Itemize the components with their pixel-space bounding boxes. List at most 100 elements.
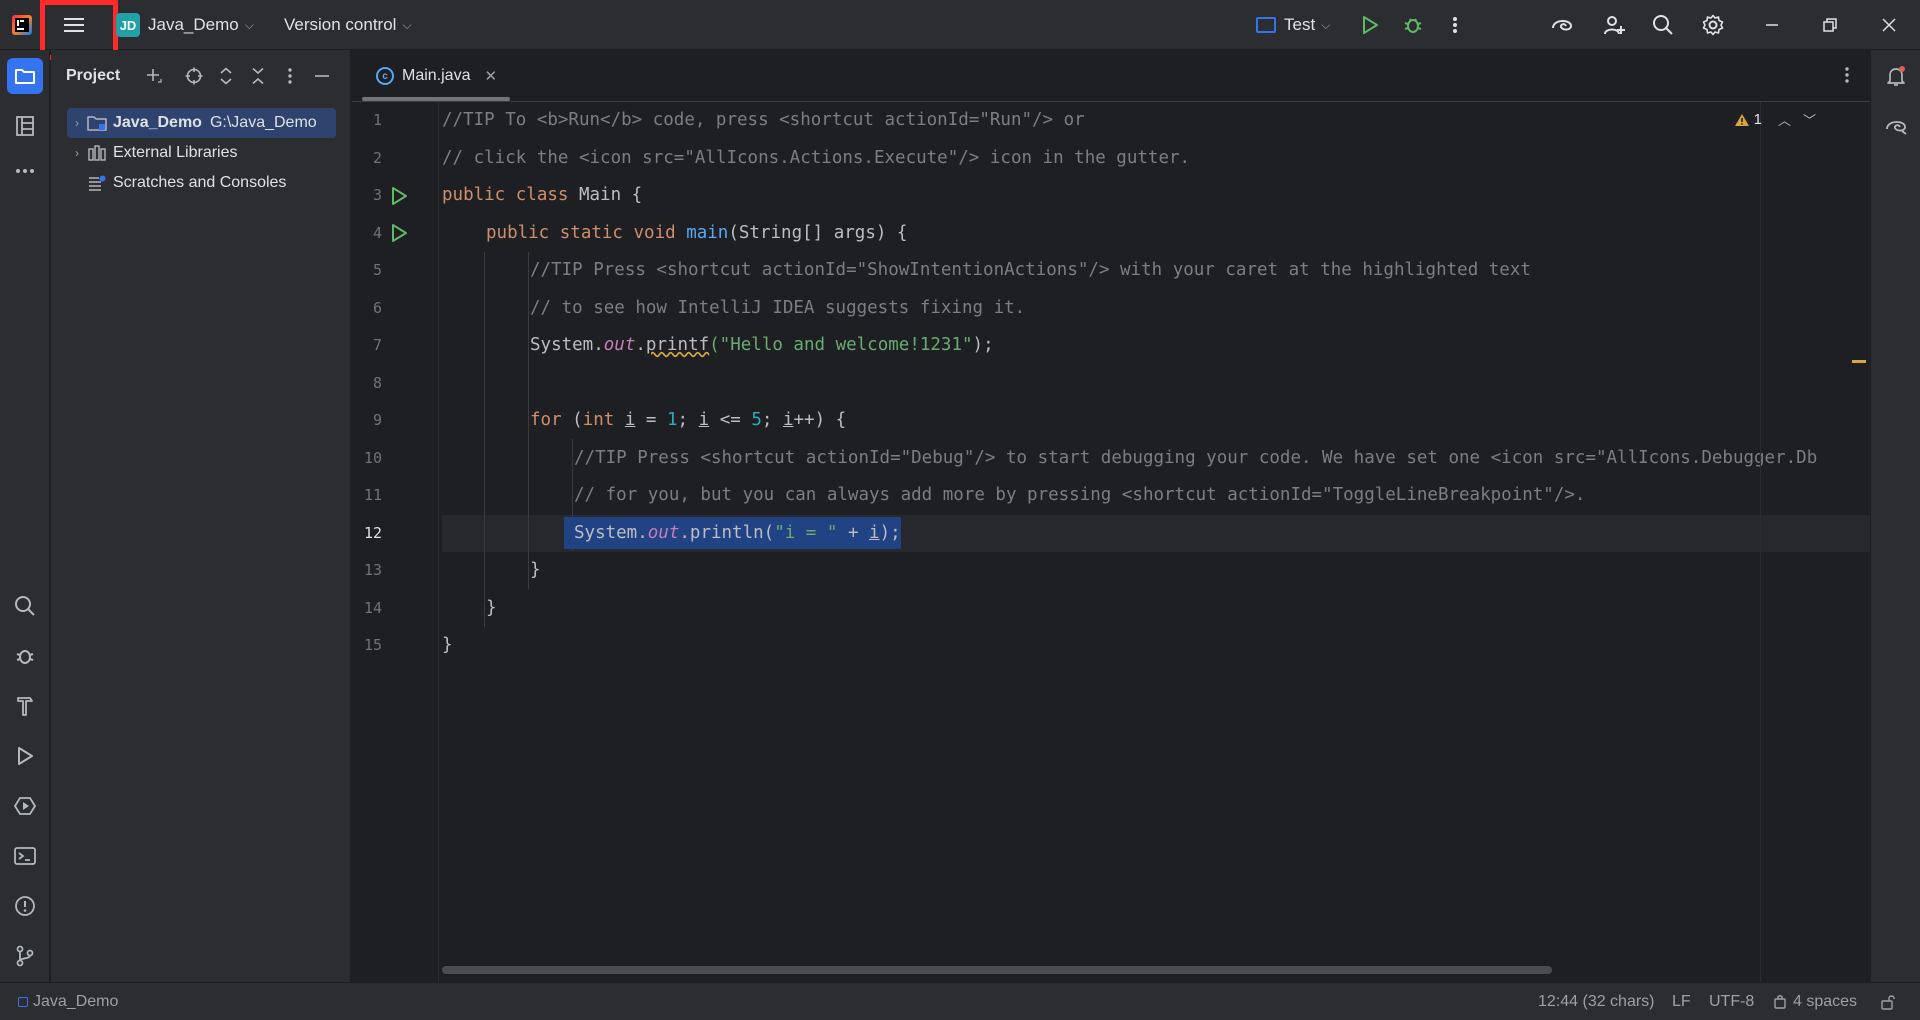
code-line-10: //TIP Press <shortcut actionId="Debug"/>… <box>574 447 1818 468</box>
more-tools-icon[interactable] <box>7 153 43 189</box>
chevron-right-icon[interactable]: › <box>67 146 87 160</box>
notifications-bell-icon[interactable] <box>1878 58 1914 94</box>
build-hammer-icon[interactable] <box>7 688 43 724</box>
chevron-down-icon: ⌵ <box>244 17 254 32</box>
right-tool-strip <box>1870 50 1920 982</box>
project-panel-header: Project <box>51 50 350 102</box>
terminal-icon[interactable] <box>7 838 43 874</box>
prev-highlight-chevron-up-icon[interactable]: ︿ <box>1778 110 1791 129</box>
run-gutter-icon[interactable] <box>390 186 410 206</box>
project-name: Java_Demo <box>148 15 239 34</box>
ai-chat-icon[interactable] <box>1878 108 1914 144</box>
module-square-icon <box>18 997 28 1007</box>
run-tool-icon[interactable] <box>7 738 43 774</box>
code-line-5: //TIP Press <shortcut actionId="ShowInte… <box>530 260 1531 280</box>
hide-panel-minus-icon[interactable] <box>309 63 335 89</box>
intellij-logo-icon <box>4 7 40 43</box>
project-tool-folder-icon[interactable] <box>7 58 43 94</box>
add-user-icon[interactable] <box>1596 7 1632 43</box>
status-bar: Java_Demo 12:44 (32 chars) LF UTF-8 4 sp… <box>0 982 1920 1020</box>
options-kebab-icon[interactable] <box>277 63 303 89</box>
debug-tool-icon[interactable] <box>7 638 43 674</box>
settings-gear-icon[interactable] <box>1695 7 1731 43</box>
horizontal-scrollbar[interactable] <box>442 966 1552 974</box>
line-number: 15 <box>363 636 382 654</box>
chevron-right-icon[interactable]: › <box>67 116 87 130</box>
line-number-gutter: 1 2 3 4 5 6 7 8 9 10 11 12 13 14 15 <box>352 102 438 982</box>
git-branch-icon[interactable] <box>7 938 43 974</box>
project-panel-title: Project <box>66 67 121 84</box>
problems-icon[interactable] <box>7 888 43 924</box>
run-config-selector[interactable]: Test ⌵ <box>1256 0 1330 50</box>
editor-options-icon[interactable] <box>1844 66 1850 89</box>
more-actions-icon[interactable] <box>1437 7 1473 43</box>
tree-item-label: Java_Demo <box>113 114 202 131</box>
run-button[interactable] <box>1352 7 1388 43</box>
expand-all-icon[interactable] <box>213 63 239 89</box>
code-line-2: // click the <icon src="AllIcons.Actions… <box>442 147 1191 168</box>
line-number: 11 <box>363 486 382 504</box>
code-line-4: public static void main(String[] args) { <box>486 222 908 243</box>
tree-item-path: G:\Java_Demo <box>209 114 317 131</box>
code-line-13: } <box>530 560 541 580</box>
vcs-label: Version control <box>284 15 397 34</box>
scratches-icon <box>87 174 107 192</box>
close-tab-icon[interactable]: ✕ <box>484 67 497 85</box>
line-number: 10 <box>363 448 382 467</box>
search-icon[interactable] <box>1645 7 1681 43</box>
code-line-3: public class Main { <box>442 185 643 205</box>
tree-item-label: External Libraries <box>113 144 238 161</box>
close-window-icon[interactable] <box>1871 7 1907 43</box>
editor-area: c Main.java ✕ 1 2 3 4 5 6 7 8 9 10 11 12… <box>352 50 1870 982</box>
restore-window-icon[interactable] <box>1812 7 1848 43</box>
indent-setting[interactable]: 4 spaces <box>1773 983 1857 1020</box>
services-icon[interactable] <box>7 788 43 824</box>
code-line-6: // to see how IntelliJ IDEA suggests fix… <box>530 297 1026 318</box>
java-class-icon: c <box>376 67 394 85</box>
line-ending[interactable]: LF <box>1672 983 1691 1020</box>
editor-tab-bar: c Main.java ✕ <box>352 50 1870 102</box>
project-panel: Project › Java_Demo G:\Java_Demo › Exter… <box>51 50 351 982</box>
status-project-breadcrumb[interactable]: Java_Demo <box>18 983 118 1020</box>
project-badge: JD <box>116 13 140 37</box>
tab-main-java[interactable]: c Main.java ✕ <box>362 50 510 102</box>
minimize-window-icon[interactable] <box>1754 7 1790 43</box>
code-line-15: } <box>442 635 453 655</box>
run-config-label: Test <box>1284 15 1316 34</box>
warning-stripe-marker[interactable] <box>1852 360 1866 363</box>
structure-icon[interactable] <box>7 108 43 144</box>
run-gutter-icon[interactable] <box>390 223 410 243</box>
ai-assistant-icon[interactable] <box>1544 7 1580 43</box>
left-tool-strip <box>0 50 50 982</box>
application-icon <box>1256 17 1276 33</box>
caret-position[interactable]: 12:44 (32 chars) <box>1538 983 1655 1020</box>
vcs-selector[interactable]: Version control ⌵ <box>284 0 412 50</box>
indent-icon <box>1774 995 1786 1009</box>
line-number: 1 <box>372 111 382 129</box>
line-number: 13 <box>363 561 382 579</box>
code-line-11: // for you, but you can always add more … <box>574 485 1586 505</box>
next-highlight-chevron-down-icon[interactable]: ﹀ <box>1803 110 1816 129</box>
line-number: 9 <box>372 411 382 429</box>
line-number: 7 <box>372 336 382 354</box>
code-line-14: } <box>486 597 497 618</box>
readonly-lock-icon[interactable] <box>1880 983 1896 1020</box>
locate-target-icon[interactable] <box>181 63 207 89</box>
tree-item-scratches[interactable]: Scratches and Consoles <box>67 168 336 198</box>
code-line-9: for (int i = 1; i <= 5; i++) { <box>530 410 847 430</box>
add-plus-icon[interactable] <box>141 63 167 89</box>
collapse-all-icon[interactable] <box>245 63 271 89</box>
file-encoding[interactable]: UTF-8 <box>1709 983 1754 1020</box>
find-search-icon[interactable] <box>7 588 43 624</box>
code-area[interactable]: //TIP To <b>Run</b> code, press <shortcu… <box>442 102 1870 982</box>
line-number: 4 <box>372 223 382 242</box>
tree-item-java-demo[interactable]: › Java_Demo G:\Java_Demo <box>67 108 336 138</box>
module-folder-icon <box>87 114 107 132</box>
tree-item-external-libraries[interactable]: › External Libraries <box>67 138 336 168</box>
project-selector[interactable]: JD Java_Demo ⌵ <box>116 0 254 50</box>
inspection-widget[interactable]: 1 ︿ ﹀ <box>1734 110 1816 129</box>
code-line-7: System.out.printf("Hello and welcome!123… <box>530 335 994 355</box>
line-number: 6 <box>372 298 382 317</box>
debug-bug-icon[interactable] <box>1395 7 1431 43</box>
line-number: 2 <box>372 148 382 167</box>
